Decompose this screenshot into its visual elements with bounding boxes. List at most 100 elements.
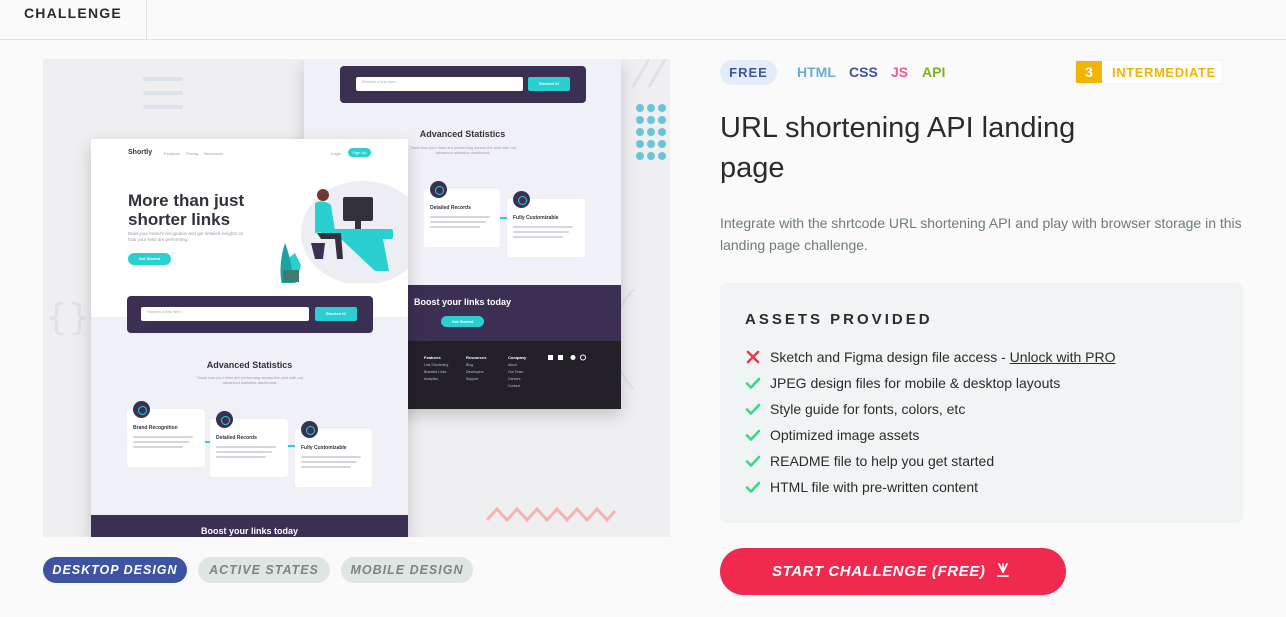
front-boost-title: Boost your links today <box>200 526 298 536</box>
back-card-1-title: Detailed Records <box>430 205 471 211</box>
back-footer-link: Developers <box>466 370 484 374</box>
start-challenge-label: START CHALLENGE (FREE) <box>772 563 986 580</box>
language-tag-css: CSS <box>849 64 878 80</box>
start-challenge-button[interactable]: START CHALLENGE (FREE) <box>720 548 1066 595</box>
back-footer-link: Our Team <box>508 370 524 374</box>
back-boost-button: Get Started <box>441 316 484 327</box>
tab-challenge-label: CHALLENGE <box>24 5 122 21</box>
front-input-placeholder: Shorten a link here... <box>147 309 184 314</box>
price-tag: FREE <box>720 60 777 85</box>
front-card-3-icon <box>301 421 318 438</box>
front-hero-title: More than just shorter links <box>128 191 244 229</box>
front-hero: Shortly Features Pricing Resources Login… <box>91 139 408 317</box>
back-card-2: Fully Customizable <box>507 191 585 257</box>
back-shorten-bar: Shorten a link here... Shorten It! <box>340 66 586 103</box>
language-tag-html: HTML <box>797 64 836 80</box>
difficulty-level-label: INTERMEDIATE <box>1112 65 1216 80</box>
back-input-placeholder: Shorten a link here... <box>362 79 399 84</box>
back-footer-heading-3: Company <box>508 355 527 360</box>
back-card-2-title: Fully Customizable <box>513 215 559 221</box>
tab-challenge[interactable]: CHALLENGE <box>0 0 147 40</box>
back-footer-link: Careers <box>508 377 521 381</box>
social-icons <box>548 354 586 361</box>
asset-item-text: README file to help you get started <box>770 453 995 469</box>
check-icon <box>745 403 761 415</box>
back-footer-link: Link Shortening <box>424 363 449 367</box>
cross-icon <box>746 350 760 364</box>
front-stats-title: Advanced Statistics <box>206 360 293 370</box>
front-card-2-icon <box>216 411 233 428</box>
challenge-description: Integrate with the shrtcode URL shorteni… <box>720 215 1242 253</box>
assets-provided-panel: ASSETS PROVIDED Sketch and Figma design … <box>720 283 1243 523</box>
brace-decoration: {} <box>45 299 89 335</box>
asset-item-text: JPEG design files for mobile & desktop l… <box>770 375 1061 391</box>
unlock-pro-link[interactable]: Unlock with PRO <box>1010 349 1116 365</box>
back-card-2-icon <box>513 191 530 208</box>
back-footer-col-2: Blog Developers Support <box>466 362 484 383</box>
asset-item-text: HTML file with pre-written content <box>770 479 978 495</box>
hamburger-decoration <box>143 77 183 109</box>
back-stats-sub: Track how your links are performing acro… <box>409 145 517 155</box>
back-stats-title: Advanced Statistics <box>419 129 506 139</box>
download-icon <box>997 563 1009 577</box>
front-boost-section: Boost your links today <box>91 515 408 537</box>
language-tag-js: JS <box>891 64 909 80</box>
challenge-title-line: URL shortening API landing <box>720 112 1076 144</box>
tab-desktop-design[interactable]: DESKTOP DESIGN <box>43 557 187 583</box>
front-nav-item: Features <box>164 151 180 156</box>
front-card-3: Fully Customizable <box>295 421 372 487</box>
back-footer-link: Support <box>466 377 479 381</box>
back-card-1: Detailed Records <box>424 181 500 247</box>
challenge-title-line: page <box>720 152 785 184</box>
back-footer-link: Contact <box>508 384 521 388</box>
front-signup: Sign Up <box>348 148 371 157</box>
check-icon <box>745 377 761 389</box>
tab-active-states[interactable]: ACTIVE STATES <box>198 557 330 583</box>
back-shorten-button: Shorten It! <box>528 77 570 91</box>
back-footer-col-1: Link Shortening Branded Links Analytics <box>424 362 448 383</box>
back-footer-heading-1: Features <box>424 355 441 360</box>
front-card-3-title: Fully Customizable <box>301 445 347 451</box>
mock-front-page: Shortly Features Pricing Resources Login… <box>91 139 408 537</box>
front-nav-login: Login <box>331 151 341 156</box>
dots-decoration <box>636 104 666 160</box>
difficulty-badge: 3 INTERMEDIATE <box>1075 60 1223 84</box>
check-icon <box>745 481 761 493</box>
front-shorten-bar: Shorten a link here... Shorten It! <box>127 296 373 333</box>
front-logo: Shortly <box>128 149 153 156</box>
top-bar: CHALLENGE <box>0 0 1286 40</box>
front-card-1: Brand Recognition <box>127 401 205 467</box>
front-nav-item: Pricing <box>186 151 199 156</box>
working-illustration <box>280 181 408 283</box>
front-card-1-icon <box>133 401 150 418</box>
challenge-title: URL shortening API landing page <box>720 108 1100 188</box>
assets-heading: ASSETS PROVIDED <box>745 311 933 328</box>
tab-mobile-design[interactable]: MOBILE DESIGN <box>341 557 473 583</box>
asset-item-text: Optimized image assets <box>770 427 920 443</box>
front-card-2-title: Detailed Records <box>216 435 257 441</box>
svg-text:{}: {} <box>45 299 89 335</box>
back-footer-link: About <box>508 363 518 367</box>
slash-decoration <box>631 59 667 88</box>
front-card-1-title: Brand Recognition <box>133 425 178 431</box>
back-footer-link: Analytics <box>424 377 439 381</box>
back-footer-col-3: About Our Team Careers Contact <box>508 362 523 390</box>
design-preview[interactable]: {} Shorten a link here... Shorten It! Ad… <box>43 59 670 537</box>
language-tag-api: API <box>922 64 946 80</box>
check-icon <box>745 429 761 441</box>
front-hero-title-line: shorter links <box>128 210 231 229</box>
asset-item-text: Style guide for fonts, colors, etc <box>770 401 966 417</box>
front-card-2: Detailed Records <box>210 411 288 477</box>
back-card-1-icon <box>430 181 447 198</box>
asset-item-text-wrap: Sketch and Figma design file access - Un… <box>770 347 1115 367</box>
front-nav-item: Resources <box>204 151 224 156</box>
front-stats-sub: Track how your links are performing acro… <box>196 375 304 385</box>
front-hero-button: Get Started <box>128 253 171 265</box>
difficulty-level-number: 3 <box>1076 61 1102 83</box>
zigzag-decoration <box>485 506 617 523</box>
check-icon <box>745 455 761 467</box>
front-shorten-button: Shorten It! <box>315 307 357 321</box>
asset-item-text: Sketch and Figma design file access - <box>770 349 1010 365</box>
back-footer-heading-2: Resources <box>466 355 487 360</box>
front-hero-text: Build your brand's recognition and get d… <box>128 231 244 242</box>
